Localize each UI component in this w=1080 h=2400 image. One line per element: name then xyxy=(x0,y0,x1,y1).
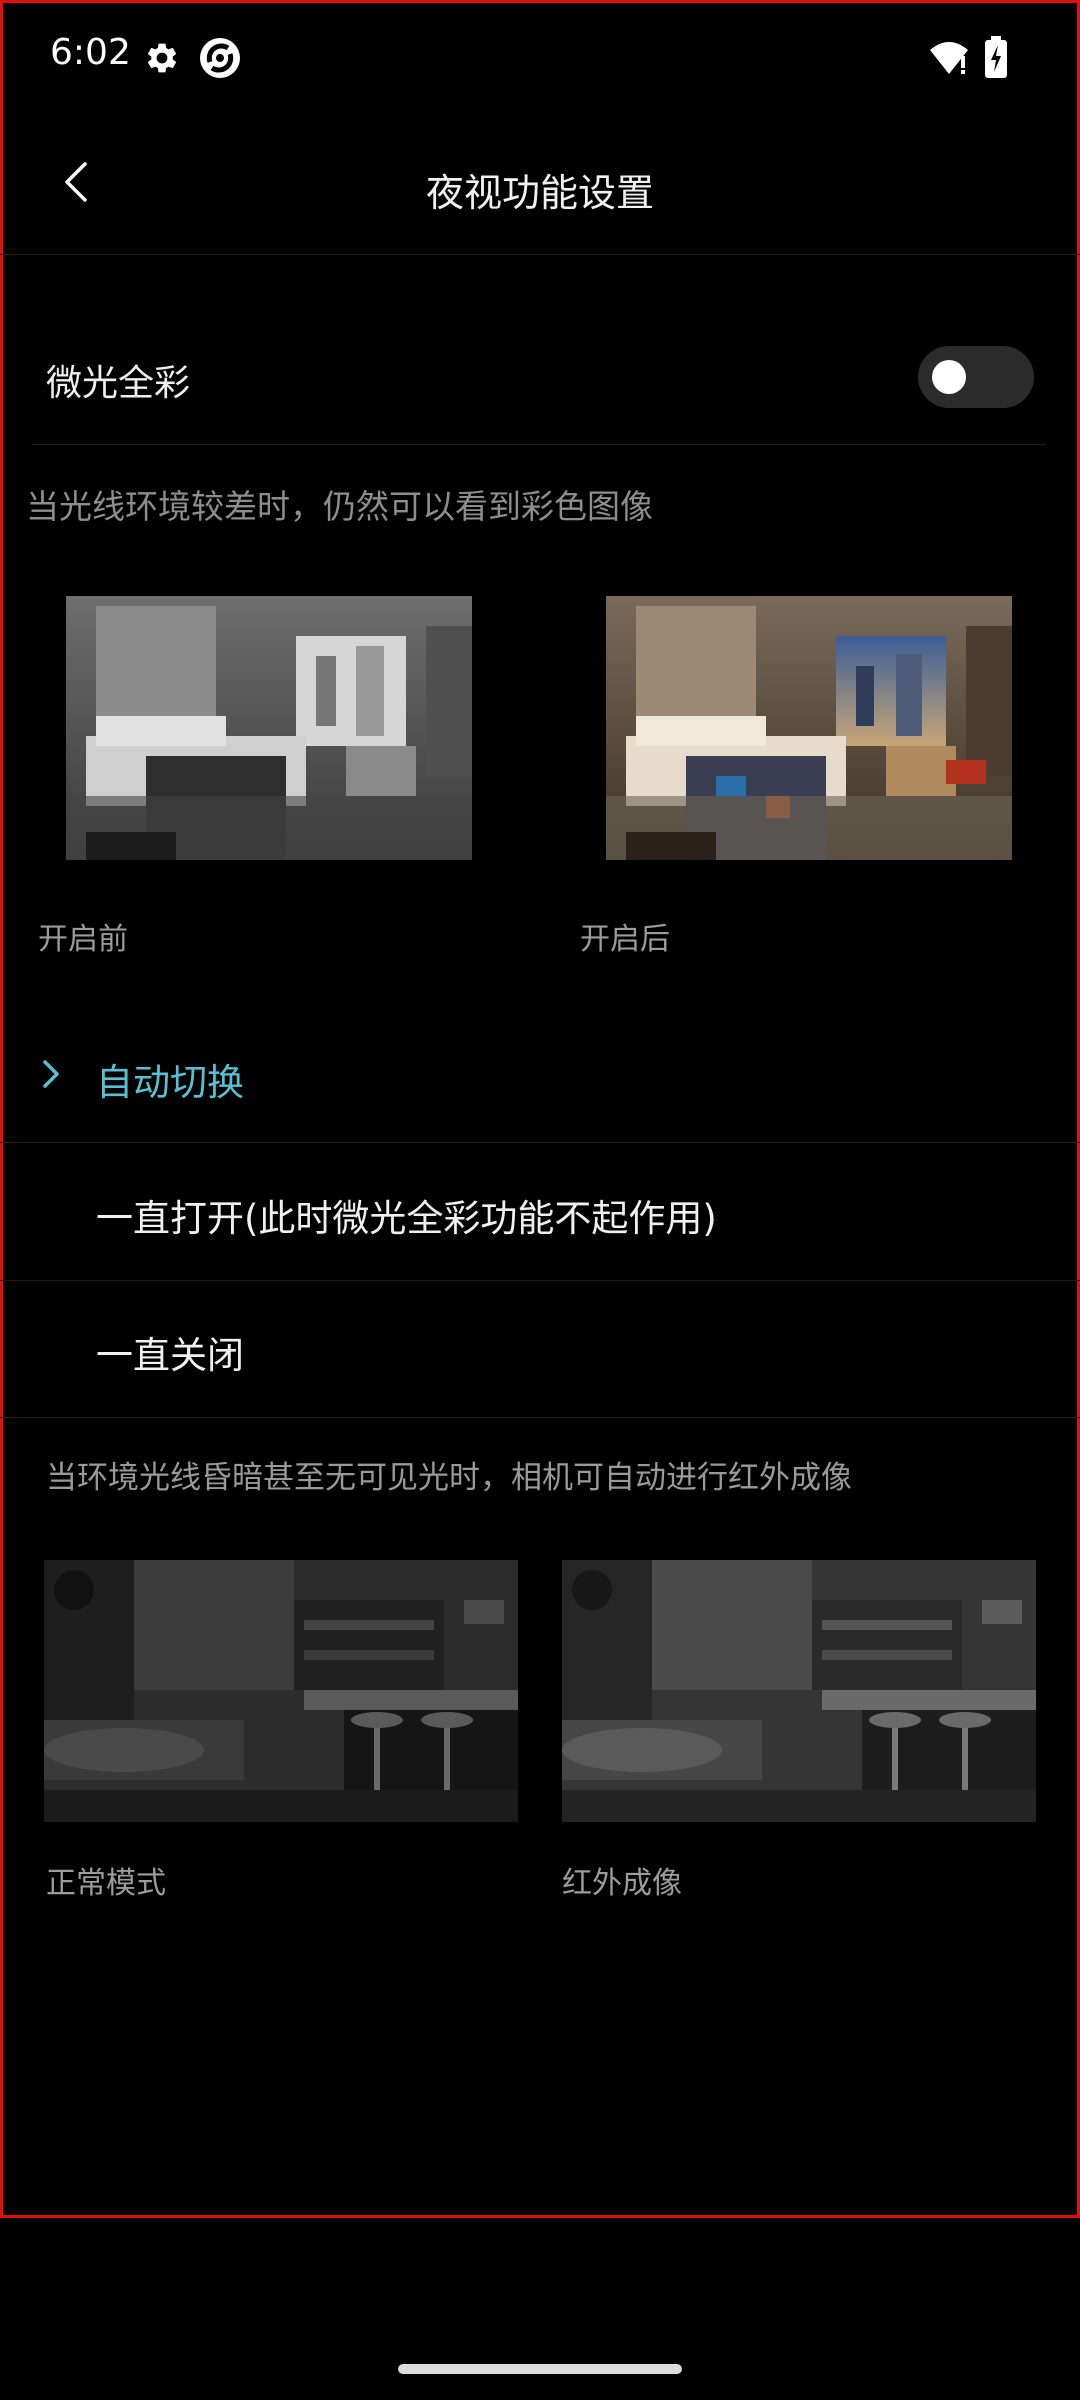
status-bar: 6:02 xyxy=(0,0,1080,120)
before-caption: 开启前 xyxy=(38,922,128,957)
low-light-color-description: 当光线环境较差时，仍然可以看到彩色图像 xyxy=(26,487,653,526)
mode-option-label: 一直关闭 xyxy=(96,1334,244,1377)
chevron-right-icon xyxy=(43,1060,59,1088)
battery-charging-icon xyxy=(985,36,1007,78)
status-time: 6:02 xyxy=(50,32,131,73)
app-icon xyxy=(200,38,240,78)
after-photo xyxy=(606,596,1012,860)
gear-icon xyxy=(147,43,177,73)
mode-option-auto[interactable]: 自动切换 xyxy=(0,1010,1080,1143)
toggle-knob xyxy=(932,360,966,394)
mode-option-always-on[interactable]: 一直打开(此时微光全彩功能不起作用) xyxy=(0,1144,1080,1281)
page-title: 夜视功能设置 xyxy=(425,171,654,215)
before-photo xyxy=(66,596,472,860)
wifi-alert-icon xyxy=(930,42,968,74)
home-indicator[interactable] xyxy=(398,2364,682,2374)
normal-mode-photo xyxy=(44,1560,518,1822)
infrared-photo xyxy=(562,1560,1036,1822)
mode-option-label: 自动切换 xyxy=(96,1061,244,1104)
low-light-color-toggle[interactable] xyxy=(918,346,1034,408)
app-header: 夜视功能设置 xyxy=(0,120,1080,255)
mode-option-always-off[interactable]: 一直关闭 xyxy=(0,1281,1080,1418)
mode-option-label: 一直打开(此时微光全彩功能不起作用) xyxy=(96,1197,717,1240)
infrared-description: 当环境光线昏暗甚至无可见光时，相机可自动进行红外成像 xyxy=(46,1460,852,1496)
infrared-caption: 红外成像 xyxy=(562,1866,682,1901)
low-light-color-label: 微光全彩 xyxy=(46,363,191,404)
normal-mode-caption: 正常模式 xyxy=(46,1866,166,1901)
low-light-color-row: 微光全彩 xyxy=(32,322,1046,445)
after-caption: 开启后 xyxy=(580,922,670,957)
